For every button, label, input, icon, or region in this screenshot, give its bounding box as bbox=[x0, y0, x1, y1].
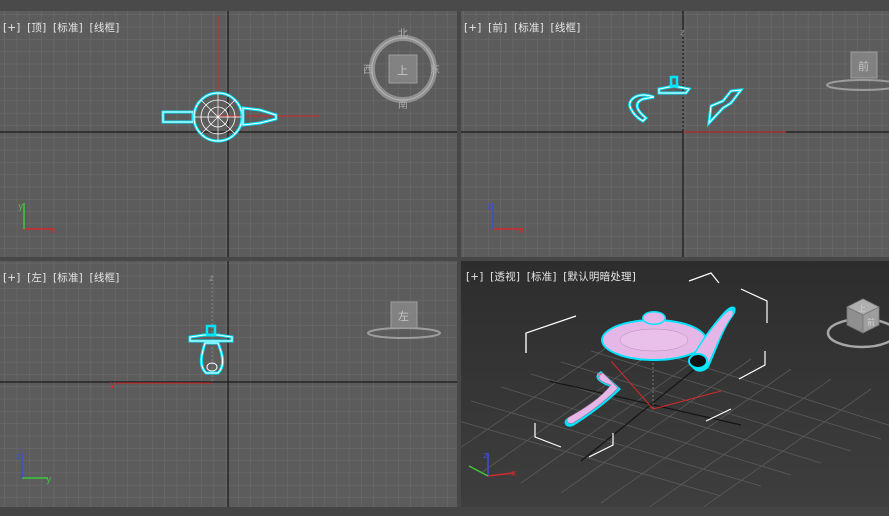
left-view-canvas[interactable]: z y z y 左 bbox=[0, 261, 457, 507]
axis-y-label: y bbox=[46, 475, 52, 485]
viewport-label-front[interactable]: [+] [前] [标准] [线框] bbox=[464, 20, 584, 35]
viewport-menu-plus[interactable]: [+] bbox=[3, 22, 21, 34]
axis-z-label: z bbox=[16, 452, 21, 462]
viewport-menu-plus[interactable]: [+] bbox=[3, 272, 21, 284]
viewcube-face-top: 上 bbox=[397, 64, 408, 77]
front-view-canvas[interactable]: z z x 前 bbox=[461, 11, 889, 257]
axis-z-label: z bbox=[487, 202, 492, 212]
viewport-mode-menu[interactable]: [线框] bbox=[90, 22, 120, 34]
viewport-area-bottom-strip bbox=[0, 507, 889, 516]
viewport-mode-menu[interactable]: [默认明暗处理] bbox=[563, 271, 636, 283]
viewport-shading-menu[interactable]: [标准] bbox=[53, 22, 83, 34]
viewport-label-left[interactable]: [+] [左] [标准] [线框] bbox=[3, 270, 123, 285]
viewport-view-menu[interactable]: [透视] bbox=[490, 271, 520, 283]
pivot-z-label: z bbox=[680, 28, 685, 38]
axis-x-label: x bbox=[519, 226, 525, 236]
viewport-view-menu[interactable]: [左] bbox=[27, 272, 46, 284]
viewport-label-perspective[interactable]: [+] [透视] [标准] [默认明暗处理] bbox=[466, 269, 639, 284]
grid bbox=[461, 11, 889, 257]
axis-x-label: x bbox=[50, 226, 56, 236]
viewport-mode-menu[interactable]: [线框] bbox=[551, 22, 581, 34]
viewport-mode-menu[interactable]: [线框] bbox=[90, 272, 120, 284]
viewport-label-top[interactable]: [+] [顶] [标准] [线框] bbox=[3, 20, 123, 35]
viewport-shading-menu[interactable]: [标准] bbox=[514, 22, 544, 34]
top-view-canvas[interactable]: y x 上 北 南 西 东 bbox=[0, 11, 457, 257]
viewport-area-top-strip bbox=[0, 0, 889, 11]
viewport-left[interactable]: z y z y 左 [+] [左] [标准] [线框] bbox=[0, 261, 457, 507]
compass-east: 东 bbox=[430, 63, 440, 76]
viewport-front[interactable]: z z x 前 [+] [前] [标准] [线框] bbox=[461, 11, 889, 257]
compass-south: 南 bbox=[398, 98, 408, 111]
viewport-top[interactable]: y x 上 北 南 西 东 [+] [顶] [标准] [线框] bbox=[0, 11, 457, 257]
axis-y-label: y bbox=[18, 202, 24, 212]
viewport-perspective[interactable]: y z x 上 前 [+] [透视] [标准] [默认明暗处理] bbox=[461, 261, 889, 507]
viewport-menu-plus[interactable]: [+] bbox=[466, 271, 484, 283]
pivot-y-label: y bbox=[110, 380, 116, 390]
axis-z-label: z bbox=[483, 451, 488, 461]
pivot-z-label: z bbox=[209, 274, 214, 284]
viewport-view-menu[interactable]: [顶] bbox=[27, 22, 46, 34]
perspective-background bbox=[461, 261, 889, 507]
viewcube-face-left: 左 bbox=[398, 310, 409, 323]
compass-west: 西 bbox=[363, 65, 373, 76]
viewcube-face-front: 前 bbox=[858, 59, 869, 73]
viewport-shading-menu[interactable]: [标准] bbox=[53, 272, 83, 284]
perspective-view-canvas[interactable]: y z x 上 前 bbox=[461, 261, 889, 507]
pivot-y-label: y bbox=[597, 370, 602, 379]
viewport-view-menu[interactable]: [前] bbox=[488, 22, 507, 34]
viewport-menu-plus[interactable]: [+] bbox=[464, 22, 482, 34]
compass-north: 北 bbox=[398, 28, 408, 40]
axis-x-label: x bbox=[511, 469, 517, 479]
viewport-shading-menu[interactable]: [标准] bbox=[527, 271, 557, 283]
viewcube-face-top: 上 bbox=[858, 304, 866, 313]
viewcube-face-front: 前 bbox=[867, 317, 875, 327]
